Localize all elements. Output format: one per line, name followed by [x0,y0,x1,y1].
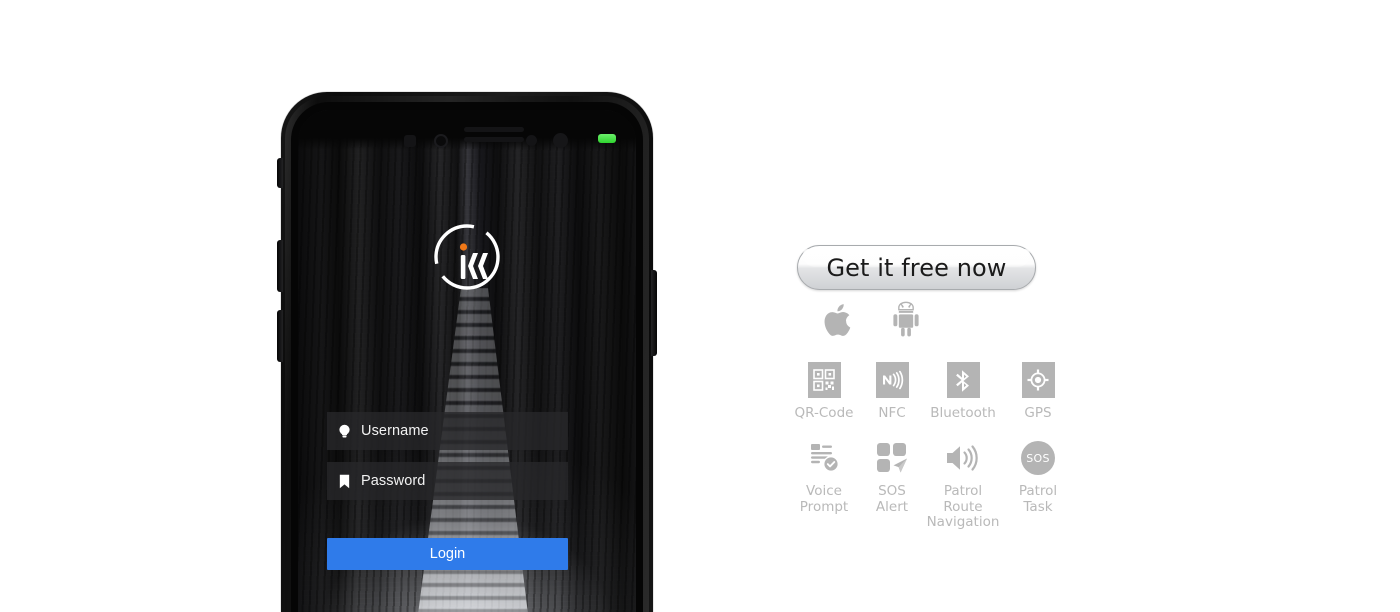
phone-volume-down-button[interactable] [277,310,283,362]
feature-label: GPS [1024,405,1052,421]
earpiece-speaker [464,127,524,132]
ambient-light-sensor-icon [526,135,537,146]
bluetooth-icon [923,360,1003,400]
patrol-task-icon: SOS [1004,438,1072,478]
phone-sensor-strip [298,110,636,150]
phone-mute-switch[interactable] [277,158,283,188]
app-logo [432,222,502,292]
feature-label: SOS Alert [875,483,909,515]
green-led-indicator [598,134,616,143]
proximity-sensor-icon [434,134,448,148]
feature-patrol-task[interactable]: SOS Patrol Task [1004,438,1072,515]
bookmark-icon [327,473,361,490]
feature-bluetooth[interactable]: Bluetooth [923,360,1003,422]
login-button[interactable]: Login [327,538,568,570]
earpiece-speaker [464,137,524,142]
feature-label: QR-Code [794,405,854,421]
password-input[interactable]: Password [327,462,568,500]
feature-sos-alert[interactable]: SOS Alert [858,438,926,515]
qr-code-icon [790,360,858,400]
feature-label: Patrol Route Navigation [926,483,1000,530]
phone-screen: Username Password Login [298,110,636,612]
bulb-icon [327,423,361,440]
get-it-free-now-label: Get it free now [826,253,1007,282]
voice-prompt-icon [790,438,858,478]
feature-nfc[interactable]: NFC [858,360,926,422]
nfc-icon [858,360,926,400]
sos-badge: SOS [1021,441,1055,475]
gps-icon [1004,360,1072,400]
username-placeholder: Username [361,423,429,439]
phone-power-button[interactable] [651,270,657,356]
feature-label: Voice Prompt [799,483,849,515]
feature-label: Bluetooth [930,405,996,421]
sos-alert-icon [858,438,926,478]
feature-voice-prompt[interactable]: Voice Prompt [790,438,858,515]
phone-mockup: Username Password Login [277,92,657,612]
feature-patrol-route-navigation[interactable]: Patrol Route Navigation [923,438,1003,531]
apple-store-icon[interactable] [822,300,858,344]
feature-label: Patrol Task [1018,483,1058,515]
username-input[interactable]: Username [327,412,568,450]
android-store-icon[interactable] [887,300,925,344]
store-badges-row [797,300,1036,344]
feature-qr-code[interactable]: QR-Code [790,360,858,422]
feature-gps[interactable]: GPS [1004,360,1072,422]
password-placeholder: Password [361,473,426,489]
patrol-route-navigation-icon [923,438,1003,478]
feature-label: NFC [878,405,906,421]
get-it-free-now-button[interactable]: Get it free now [797,245,1036,290]
phone-volume-up-button[interactable] [277,240,283,292]
front-camera-icon [404,135,416,147]
ir-sensor-icon [553,133,568,148]
